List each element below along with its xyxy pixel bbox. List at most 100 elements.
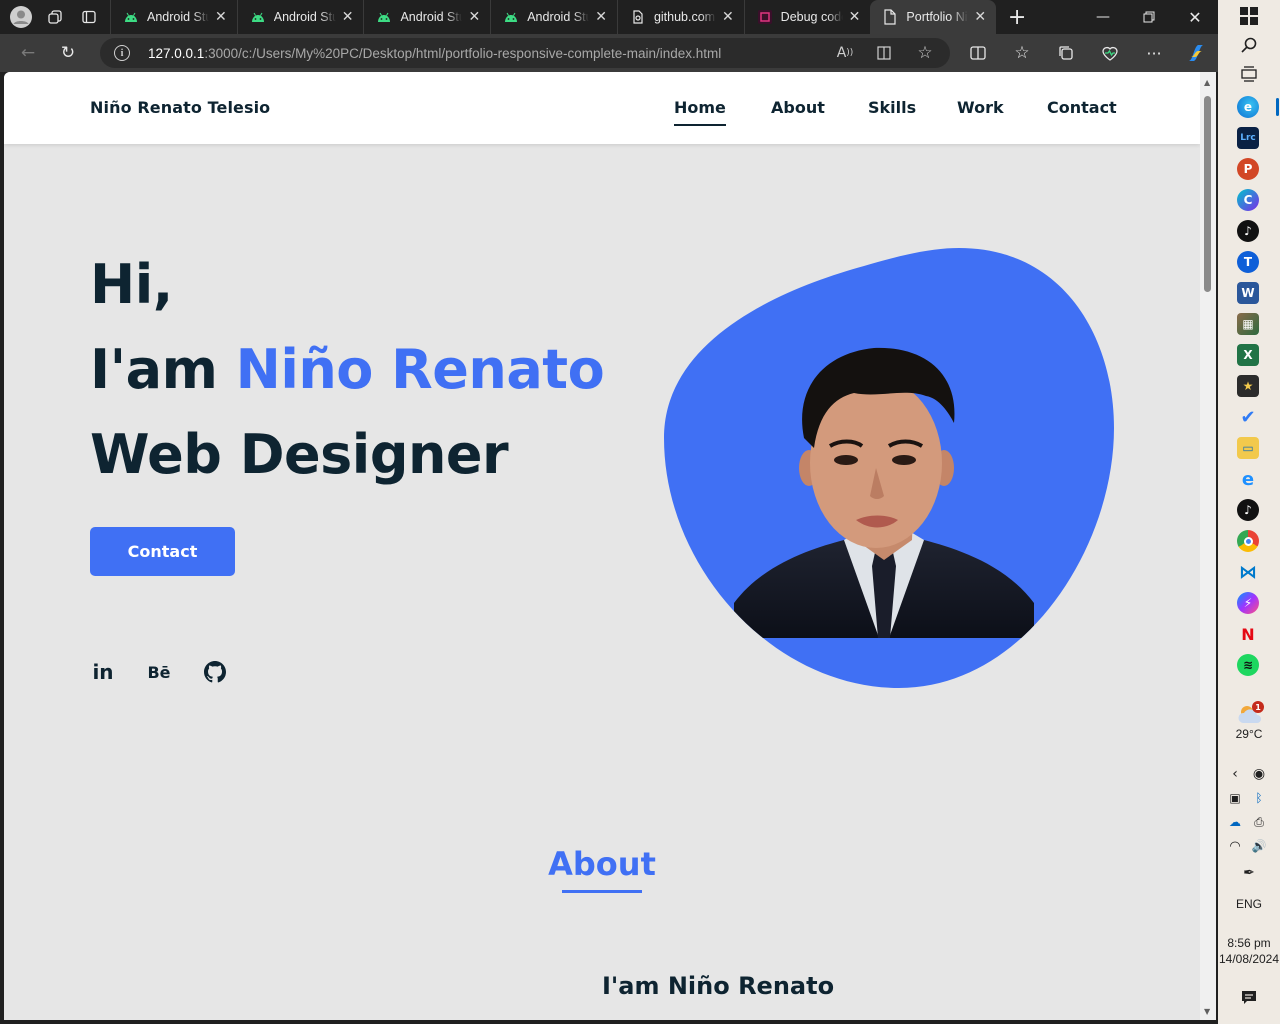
onedrive-icon[interactable]: ☁ bbox=[1224, 811, 1246, 833]
page-icon bbox=[882, 9, 898, 25]
tab-android-studio-2[interactable]: Android Studio ✕ bbox=[236, 0, 364, 34]
page-scrollbar[interactable]: ▲ ▼ bbox=[1200, 72, 1216, 1020]
tab-android-studio-4[interactable]: Android Studio ✕ bbox=[490, 0, 617, 34]
notification-icon[interactable] bbox=[1238, 987, 1260, 1009]
vscode-icon[interactable]: ⋈ bbox=[1237, 561, 1259, 583]
new-tab-button[interactable]: + bbox=[1000, 0, 1034, 34]
nav-work[interactable]: Work bbox=[957, 98, 1004, 117]
wifi-icon[interactable]: ◠ bbox=[1224, 835, 1246, 857]
scroll-thumb[interactable] bbox=[1204, 96, 1211, 292]
restore-button[interactable] bbox=[1126, 0, 1172, 34]
site-logo[interactable]: Niño Renato Telesio bbox=[90, 98, 270, 117]
workspaces-icon[interactable] bbox=[38, 0, 72, 34]
screen-capture-icon[interactable]: ▣ bbox=[1224, 787, 1246, 809]
hero-name-line: I'am Niño Renato bbox=[90, 327, 605, 412]
chrome-icon[interactable] bbox=[1237, 530, 1259, 552]
volume-icon[interactable]: 🔊 bbox=[1248, 835, 1270, 857]
copilot-icon[interactable] bbox=[1176, 34, 1216, 72]
favorite-star-icon[interactable]: ☆ bbox=[910, 38, 940, 68]
performance-icon[interactable] bbox=[1090, 34, 1130, 72]
info-icon[interactable]: i bbox=[114, 45, 130, 61]
hero-role: Web Designer bbox=[90, 423, 509, 486]
internet-explorer-icon[interactable]: e bbox=[1237, 468, 1259, 490]
nav-home[interactable]: Home bbox=[674, 98, 726, 126]
clock-date[interactable]: 14/08/2024 bbox=[1218, 952, 1280, 966]
spotify-icon[interactable]: ≋ bbox=[1237, 654, 1259, 676]
movie-app-icon[interactable]: ★ bbox=[1237, 375, 1259, 397]
scroll-up-arrow-icon[interactable]: ▲ bbox=[1204, 78, 1210, 87]
close-icon[interactable]: ✕ bbox=[215, 9, 227, 25]
nav-skills[interactable]: Skills bbox=[868, 98, 916, 117]
clock-time[interactable]: 8:56 pm bbox=[1218, 936, 1280, 950]
teamviewer-icon[interactable]: T bbox=[1237, 251, 1259, 273]
edge-browser-icon[interactable]: e bbox=[1237, 96, 1259, 118]
canva-icon[interactable]: C bbox=[1237, 189, 1259, 211]
tiktok-icon[interactable]: ♪ bbox=[1237, 499, 1259, 521]
language-indicator[interactable]: ENG bbox=[1218, 897, 1280, 911]
back-arrow-icon[interactable]: ← bbox=[8, 34, 48, 72]
tab-debug-code[interactable]: Debug code ✕ bbox=[743, 0, 871, 34]
behance-icon[interactable]: Bē bbox=[146, 659, 172, 685]
tab-github[interactable]: github.com ✕ bbox=[616, 0, 744, 34]
search-icon[interactable] bbox=[1238, 34, 1260, 56]
tab-portfolio[interactable]: Portfolio Niño ✕ bbox=[870, 0, 997, 34]
close-icon[interactable]: ✕ bbox=[974, 9, 986, 25]
weather-temperature[interactable]: 29°C bbox=[1218, 727, 1280, 741]
excel-icon[interactable]: X bbox=[1237, 344, 1259, 366]
close-icon[interactable]: ✕ bbox=[849, 9, 861, 25]
url-host: 127.0.0.1 bbox=[148, 45, 205, 61]
address-bar[interactable]: i 127.0.0.1:3000/c:/Users/My%20PC/Deskto… bbox=[100, 38, 950, 68]
word-icon[interactable]: W bbox=[1237, 282, 1259, 304]
tab-actions-icon[interactable] bbox=[72, 0, 106, 34]
tab-android-studio-3[interactable]: Android Studio ✕ bbox=[363, 0, 490, 34]
taskbar: e Lrc P C ♪ T W ▦ X ★ ✔ ▭ e ♪ ⋈ ⚡ N ≋ 1 … bbox=[1218, 0, 1280, 1024]
messenger-icon[interactable]: ⚡ bbox=[1237, 592, 1259, 614]
todo-check-icon[interactable]: ✔ bbox=[1237, 406, 1259, 428]
close-icon[interactable]: ✕ bbox=[595, 9, 607, 25]
tiktok-icon[interactable]: ♪ bbox=[1237, 220, 1259, 242]
more-options-icon[interactable]: ··· bbox=[1134, 34, 1174, 72]
start-windows-icon[interactable] bbox=[1238, 5, 1260, 27]
profile-avatar[interactable] bbox=[4, 0, 38, 34]
nav-about[interactable]: About bbox=[771, 98, 825, 117]
minimize-button[interactable]: — bbox=[1080, 0, 1126, 34]
edge-active-indicator bbox=[1276, 98, 1279, 116]
lightroom-icon[interactable]: Lrc bbox=[1237, 127, 1259, 149]
split-screen-icon[interactable] bbox=[958, 34, 998, 72]
immersive-reader-icon[interactable] bbox=[870, 38, 900, 68]
debug-app-icon bbox=[757, 9, 773, 25]
about-title-underline bbox=[562, 890, 642, 893]
github-icon[interactable] bbox=[202, 659, 228, 685]
url-path: :3000/c:/Users/My%20PC/Desktop/html/port… bbox=[204, 45, 722, 61]
page-viewport: Niño Renato Telesio Home About Skills Wo… bbox=[4, 72, 1200, 1020]
file-explorer-icon[interactable]: ▭ bbox=[1237, 437, 1259, 459]
hero-greeting: Hi, bbox=[90, 253, 173, 316]
powerpoint-icon[interactable]: P bbox=[1237, 158, 1259, 180]
scroll-down-arrow-icon[interactable]: ▼ bbox=[1204, 1007, 1210, 1016]
nav-contact[interactable]: Contact bbox=[1047, 98, 1117, 117]
tab-android-studio-1[interactable]: Android Studio ✕ bbox=[110, 0, 237, 34]
chevron-left-icon[interactable]: ‹ bbox=[1224, 763, 1246, 785]
collections-icon[interactable] bbox=[1046, 34, 1086, 72]
photos-app-icon[interactable]: ▦ bbox=[1237, 313, 1259, 335]
close-icon[interactable]: ✕ bbox=[722, 9, 734, 25]
meet-now-icon[interactable]: ⎙ bbox=[1248, 811, 1270, 833]
browser-tab-bar: Android Studio ✕ Android Studio ✕ Androi… bbox=[0, 0, 1218, 34]
pen-icon[interactable]: ✒ bbox=[1238, 862, 1260, 884]
linkedin-icon[interactable]: in bbox=[90, 659, 116, 685]
netflix-icon[interactable]: N bbox=[1237, 623, 1259, 645]
about-subtitle: I'am Niño Renato bbox=[602, 972, 835, 1000]
hero-name-prefix: I'am bbox=[90, 338, 236, 401]
favorites-icon[interactable]: ☆ bbox=[1002, 34, 1042, 72]
read-aloud-icon[interactable]: A)) bbox=[830, 38, 860, 68]
record-icon[interactable]: ◉ bbox=[1248, 763, 1270, 785]
close-icon[interactable]: ✕ bbox=[468, 9, 480, 25]
task-view-icon[interactable] bbox=[1238, 63, 1260, 85]
android-icon bbox=[503, 9, 519, 25]
refresh-icon[interactable]: ↻ bbox=[48, 34, 88, 72]
close-window-button[interactable]: ✕ bbox=[1172, 0, 1218, 34]
bluetooth-icon[interactable]: ᛒ bbox=[1248, 787, 1270, 809]
hero-profile-image bbox=[664, 248, 1114, 688]
close-icon[interactable]: ✕ bbox=[342, 9, 354, 25]
contact-button[interactable]: Contact bbox=[90, 527, 235, 576]
